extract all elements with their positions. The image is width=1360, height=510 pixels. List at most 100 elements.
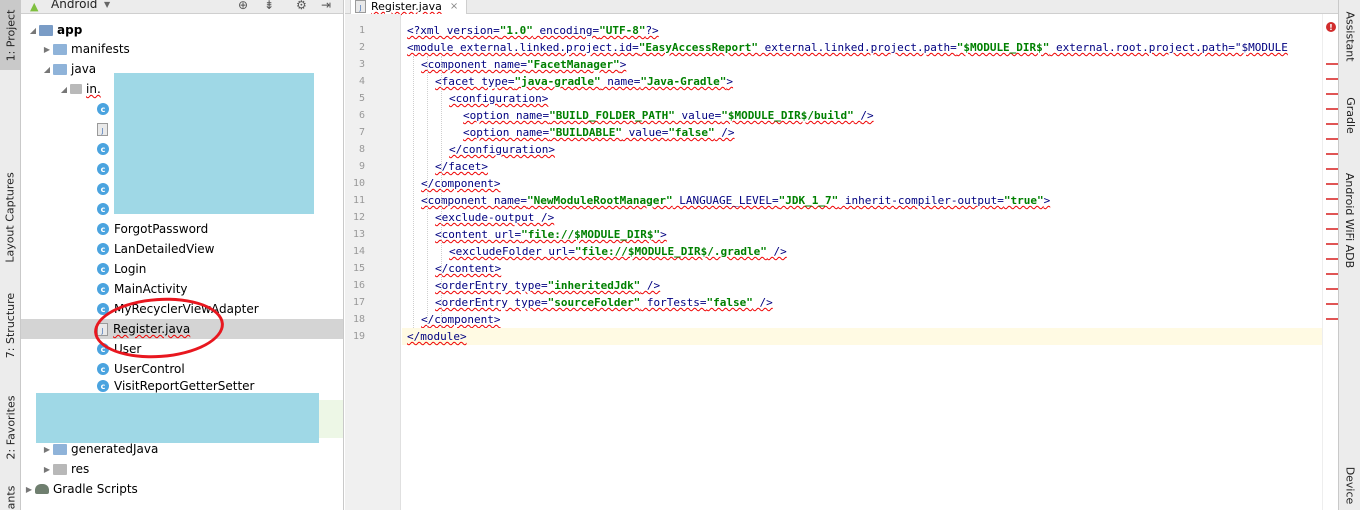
code-line[interactable]: </module> [402,328,1322,345]
error-marker[interactable] [1326,183,1338,185]
list-item[interactable]: c ForgotPassword [21,219,343,239]
code-line[interactable]: </content> [402,260,1322,277]
error-marker[interactable] [1326,168,1338,170]
class-icon: c [97,380,109,392]
class-icon: c [97,203,109,215]
code-line[interactable]: <module external.linked.project.id="Easy… [402,39,1322,56]
error-marker[interactable] [1326,213,1338,215]
tab-layout-captures[interactable]: Layout Captures [0,165,21,270]
tab-android-wifi-adb[interactable]: Android WiFi ADB [1339,165,1360,275]
line-number: 7 [358,127,365,138]
error-marker[interactable] [1326,258,1338,260]
code-line[interactable]: <option name="BUILDABLE" value="false" /… [402,124,1322,141]
res-folder-icon [53,463,67,475]
tab-gradle[interactable]: Gradle [1339,85,1360,145]
error-marker[interactable] [1326,228,1338,230]
error-marker[interactable] [1326,108,1338,110]
code-text: <exclude-output /> [435,211,555,224]
hide-panel-icon[interactable]: ⇥ [321,0,331,12]
tree-node-res[interactable]: ▶ res [21,459,343,479]
code-line[interactable]: <option name="BUILD_FOLDER_PATH" value="… [402,107,1322,124]
tree-node-app[interactable]: ◢ app [21,20,343,40]
collapse-arrow-icon[interactable]: ▶ [41,445,53,454]
code-line[interactable]: <component name="NewModuleRootManager" L… [402,192,1322,209]
list-item[interactable]: c VisitReportGetterSetter [21,379,343,393]
tab-assistant[interactable]: Assistant [1339,0,1360,72]
code-text: </component> [421,177,501,190]
error-marker[interactable] [1326,153,1338,155]
code-line[interactable]: </configuration> [402,141,1322,158]
expand-arrow-icon[interactable]: ◢ [58,85,70,94]
line-number: 6 [358,110,365,121]
code-line[interactable]: <facet type="java-gradle" name="Java-Gra… [402,73,1322,90]
code-line[interactable]: <orderEntry type="inheritedJdk" /> [402,277,1322,294]
error-marker[interactable] [1326,138,1338,140]
project-view-select[interactable]: Android [51,0,97,11]
code-line[interactable]: <component name="FacetManager"> [402,56,1322,73]
tree-node-gradle-scripts[interactable]: ▶ Gradle Scripts [21,479,343,499]
list-item[interactable]: c UserControl [21,359,343,379]
code-line[interactable]: </component> [402,311,1322,328]
error-marker[interactable] [1326,318,1338,320]
project-panel: ▲ Android ▼ ⊕ ⇟ ⚙ ⇥ ◢ app ▶ manifests ◢ … [21,0,344,510]
indent-guide [413,56,414,328]
error-marker[interactable] [1326,93,1338,95]
error-marker[interactable] [1326,198,1338,200]
list-item[interactable]: c LanDetailedView [21,239,343,259]
tab-project[interactable]: 1: Project [0,0,21,70]
scroll-from-source-icon[interactable]: ⊕ [238,0,248,12]
collapse-arrow-icon[interactable]: ▶ [41,465,53,474]
code-text: </facet> [435,160,488,173]
tab-device[interactable]: Device [1339,460,1360,510]
code-text: </component> [421,313,501,326]
line-number: 8 [358,144,365,155]
collapse-arrow-icon[interactable]: ▶ [41,45,53,54]
code-line[interactable]: <excludeFolder url="file://$MODULE_DIR$/… [402,243,1322,260]
class-icon: c [97,183,109,195]
expand-arrow-icon[interactable]: ◢ [27,26,39,35]
line-number: 16 [352,280,365,291]
code-text: <facet type="java-gradle" name="Java-Gra… [435,75,734,88]
line-number: 15 [352,263,365,274]
right-tool-strip: Assistant Gradle Android WiFi ADB Device [1338,0,1360,510]
code-line[interactable]: <exclude-output /> [402,209,1322,226]
line-number: 1 [358,25,365,36]
code-line[interactable]: <orderEntry type="sourceFolder" forTests… [402,294,1322,311]
error-marker[interactable] [1326,63,1338,65]
code-editor[interactable]: <?xml version="1.0" encoding="UTF-8"?> <m… [402,14,1322,510]
close-icon[interactable]: × [450,1,458,12]
error-marker[interactable] [1326,273,1338,275]
folder-icon [53,443,67,455]
list-item[interactable]: c Login [21,259,343,279]
collapse-all-icon[interactable]: ⇟ [264,0,274,12]
module-folder-icon [39,24,53,36]
line-number: 17 [352,297,365,308]
list-item[interactable]: c MainActivity [21,279,343,299]
code-line[interactable]: <content url="file://$MODULE_DIR$"> [402,226,1322,243]
class-icon: c [97,243,109,255]
error-marker[interactable] [1326,288,1338,290]
collapse-arrow-icon[interactable]: ▶ [23,485,35,494]
code-line[interactable]: <configuration> [402,90,1322,107]
error-marker[interactable] [1326,243,1338,245]
error-icon[interactable]: ! [1326,22,1336,32]
error-marker[interactable] [1326,123,1338,125]
tab-favorites[interactable]: 2: Favorites [0,385,21,470]
code-line[interactable]: </component> [402,175,1322,192]
code-text: <module external.linked.project.id="Easy… [407,41,1288,54]
editor-tab-register[interactable]: J Register.java × [350,0,468,14]
code-line[interactable]: <?xml version="1.0" encoding="UTF-8"?> [402,22,1322,39]
chevron-down-icon[interactable]: ▼ [104,0,110,9]
code-line[interactable]: </facet> [402,158,1322,175]
line-number: 11 [352,195,365,206]
line-number: 12 [352,212,365,223]
tab-structure[interactable]: 7: Structure [0,290,21,360]
expand-arrow-icon[interactable]: ◢ [41,65,53,74]
class-icon: c [97,223,109,235]
tree-node-manifests[interactable]: ▶ manifests [21,39,343,59]
error-marker[interactable] [1326,78,1338,80]
gear-icon[interactable]: ⚙ [296,0,307,12]
error-stripe[interactable] [1322,14,1338,510]
tab-build-variants[interactable]: ants [0,485,21,510]
error-marker[interactable] [1326,303,1338,305]
